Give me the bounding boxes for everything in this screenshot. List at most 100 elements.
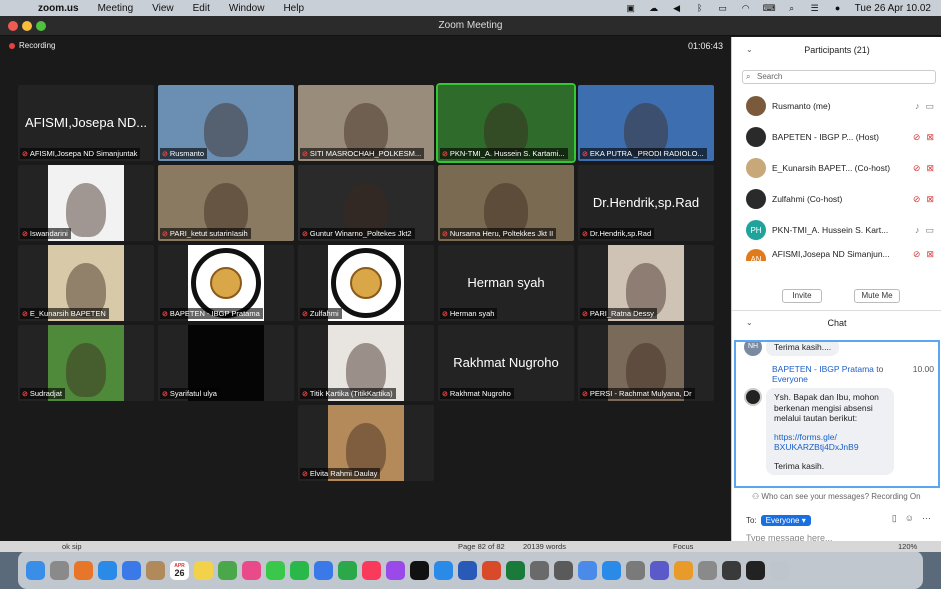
participant-row[interactable]: Zulfahmi (Co-host) ⊘ ⊠ — [746, 187, 936, 211]
keynote-icon[interactable] — [314, 560, 333, 580]
participant-tile[interactable]: AFISMI,Josepa ND... ⊘ AFISMI,Josepa ND Sim… — [18, 85, 154, 161]
focus-button[interactable]: Focus — [673, 542, 693, 551]
participant-tile[interactable]: ⊘ Iswandarini — [18, 165, 154, 241]
bluetooth-icon[interactable]: ᛒ — [694, 3, 706, 13]
mic-muted-icon[interactable]: ⊘ — [913, 249, 921, 260]
form-link-1[interactable]: https://forms.gle/ — [774, 432, 886, 443]
participant-tile[interactable]: ⊘ BAPETEN - IBGP Pratama — [158, 245, 294, 321]
numbers-icon[interactable] — [338, 560, 357, 580]
participant-row[interactable]: PH PKN-TMI_A. Hussein S. Kart... ♪ ▭ — [746, 218, 936, 242]
participant-tile[interactable]: Rakhmat Nugroho ⊘ Rakhmat Nugroho — [438, 325, 574, 401]
mic-muted-icon[interactable]: ⊘ — [913, 132, 921, 143]
photos-icon[interactable] — [242, 560, 261, 580]
participant-tile[interactable]: ⊘ Rusmanto — [158, 85, 294, 161]
calendar-icon[interactable]: APR 26 — [170, 560, 189, 580]
menu-window[interactable]: Window — [229, 3, 265, 14]
launchpad-icon[interactable] — [50, 560, 69, 580]
participant-tile[interactable]: ⊘ PARI_Ratna Dessy — [578, 245, 714, 321]
excel-icon[interactable] — [506, 560, 525, 580]
menu-edit[interactable]: Edit — [193, 3, 210, 14]
chevron-down-icon[interactable]: ⌄ — [746, 37, 753, 63]
volume-icon[interactable]: ◀ — [671, 3, 683, 13]
more-icon[interactable]: ⋯ — [922, 513, 931, 524]
settings-icon[interactable] — [698, 560, 717, 580]
invite-button[interactable]: Invite — [782, 289, 822, 303]
firefox-icon[interactable] — [74, 560, 93, 580]
form-link-2[interactable]: BXUKARZBtj4DxJnB9 — [774, 442, 886, 453]
mute-me-button[interactable]: Mute Me — [854, 289, 900, 303]
maps-icon[interactable] — [218, 560, 237, 580]
vpn-icon[interactable] — [530, 560, 549, 580]
participant-tile[interactable]: ⊘ Titik Kartika (TitikKartika) — [298, 325, 434, 401]
powerpoint-icon[interactable] — [482, 560, 501, 580]
siri-icon[interactable]: ● — [832, 3, 844, 13]
participant-tile[interactable]: ⊘ PKN-TMI_A. Hussein S. Kartami... — [436, 83, 576, 163]
mic-icon[interactable]: ♪ — [915, 101, 920, 112]
home-icon[interactable] — [674, 560, 693, 580]
participants-search-input[interactable]: ⌕ Search — [742, 70, 936, 84]
contacts-icon[interactable] — [146, 560, 165, 580]
preview-icon[interactable] — [578, 560, 597, 580]
participant-row[interactable]: Rusmanto (me) ♪ ▭ — [746, 94, 936, 118]
camera-icon[interactable]: ▭ — [925, 101, 934, 112]
battery-icon[interactable]: ▭ — [717, 3, 729, 13]
menu-meeting[interactable]: Meeting — [98, 3, 134, 14]
participant-tile[interactable]: Herman syah ⊘ Herman syah — [438, 245, 574, 321]
participant-tile[interactable]: ⊘ EKA PUTRA _PRODI RADIOLO... — [578, 85, 714, 161]
music-icon[interactable] — [362, 560, 381, 580]
camera-off-icon[interactable]: ⊠ — [926, 132, 934, 143]
clock[interactable]: Tue 26 Apr 10.02 — [855, 3, 931, 14]
cloud-icon[interactable]: ☁ — [648, 3, 660, 13]
sender-name[interactable]: BAPETEN - IBGP Pratama — [772, 364, 874, 374]
camera-off-icon[interactable]: ⊠ — [926, 249, 934, 260]
tv-icon[interactable] — [410, 560, 429, 580]
participant-row[interactable]: BAPETEN - IBGP P... (Host) ⊘ ⊠ — [746, 125, 936, 149]
camera-off-icon[interactable]: ⊠ — [926, 163, 934, 174]
camera-off-icon[interactable]: ⊠ — [926, 194, 934, 205]
mail-icon[interactable] — [122, 560, 141, 580]
menu-app-name[interactable]: zoom.us — [38, 3, 79, 14]
menu-view[interactable]: View — [152, 3, 174, 14]
participant-tile[interactable]: ⊘ Zulfahmi — [298, 245, 434, 321]
safari-icon[interactable] — [98, 560, 117, 580]
camera-icon[interactable]: ▭ — [925, 225, 934, 236]
participant-row[interactable]: AN AFISMI,Josepa ND Simanjun... ⊘ ⊠ — [746, 249, 936, 261]
participant-tile[interactable]: ⊘ Nursama Heru, Poltekkes Jkt II — [438, 165, 574, 241]
facetime-icon[interactable] — [290, 560, 309, 580]
screenshot-icon[interactable] — [626, 560, 645, 580]
notes-icon[interactable] — [194, 560, 213, 580]
participant-tile[interactable]: ⊘ Sudradjat — [18, 325, 154, 401]
mic-icon[interactable]: ♪ — [915, 225, 920, 236]
emoji-icon[interactable]: ☺ — [905, 513, 914, 524]
zoom-icon[interactable] — [602, 560, 621, 580]
appstore-icon[interactable] — [434, 560, 453, 580]
participant-tile[interactable]: ⊘ Elvita Rahmi Daulay — [298, 405, 434, 481]
mic-muted-icon[interactable]: ⊘ — [913, 163, 921, 174]
podcasts-icon[interactable] — [386, 560, 405, 580]
teams-icon[interactable] — [650, 560, 669, 580]
spotlight-icon[interactable]: ⌕ — [786, 3, 798, 13]
zoom-status-icon[interactable]: ▣ — [625, 3, 637, 13]
trash-icon[interactable] — [770, 560, 789, 580]
file-icon[interactable]: ▯ — [892, 513, 897, 524]
participant-tile[interactable]: ⊘ E_Kunarsih BAPETEN — [18, 245, 154, 321]
menu-help[interactable]: Help — [283, 3, 304, 14]
messages-icon[interactable] — [266, 560, 285, 580]
participant-tile[interactable]: Dr.Hendrik,sp.Rad ⊘ Dr.Hendrik,sp.Rad — [578, 165, 714, 241]
participant-tile[interactable]: ⊘ PARI_ketut sutarinIasih — [158, 165, 294, 241]
recipient-dropdown[interactable]: Everyone ▾ — [760, 515, 811, 526]
participant-tile[interactable]: ⊘ SITI MASROCHAH_POLKESM... — [298, 85, 434, 161]
recording-indicator[interactable]: Recording — [9, 41, 55, 50]
keyboard-icon[interactable]: ⌨ — [763, 3, 776, 13]
mic-muted-icon[interactable]: ⊘ — [913, 194, 921, 205]
terminal-icon[interactable] — [746, 560, 765, 580]
recipient-name[interactable]: Everyone — [772, 374, 808, 384]
wifi-icon[interactable]: ◠ — [740, 3, 752, 13]
control-center-icon[interactable]: ☰ — [809, 3, 821, 13]
finder-icon[interactable] — [26, 560, 45, 580]
participant-tile[interactable]: ⊘ Syarifatul ulya — [158, 325, 294, 401]
participant-tile[interactable]: ⊘ PERSI - Rachmat Mulyana, Dr — [578, 325, 714, 401]
activity-icon[interactable] — [722, 560, 741, 580]
message-visibility-note[interactable]: ⚇ Who can see your messages? Recording O… — [752, 492, 921, 501]
calculator-icon[interactable] — [554, 560, 573, 580]
